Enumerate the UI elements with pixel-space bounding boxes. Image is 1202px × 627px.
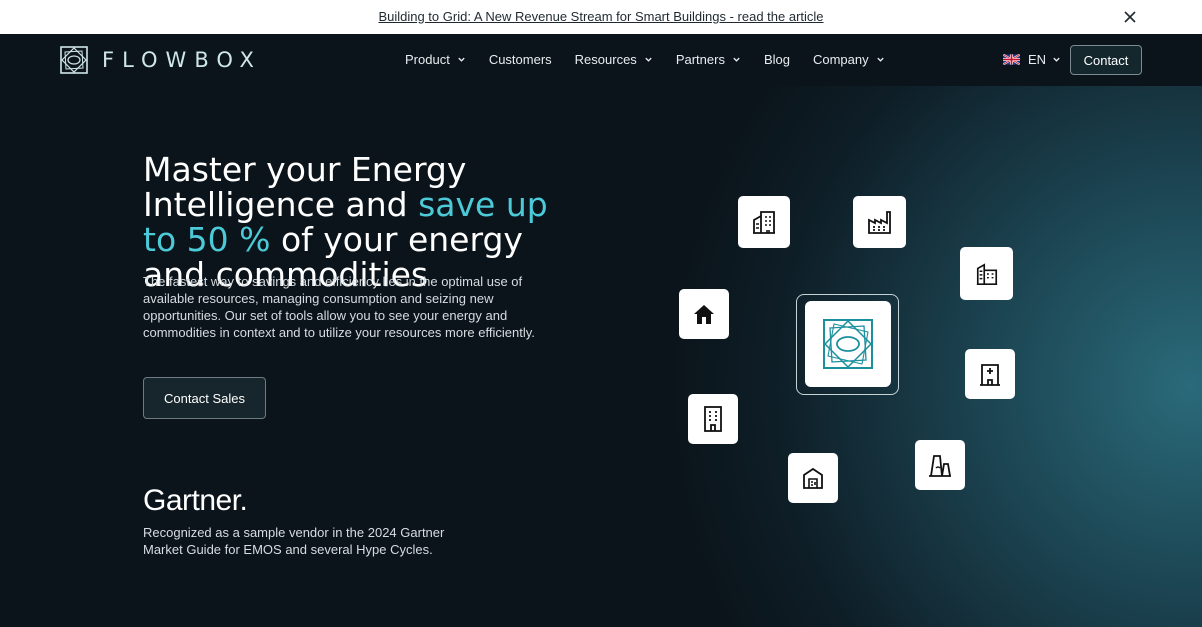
power-plant-tile [915,440,965,490]
nav-item-label: Customers [488,52,552,67]
chevron-down-icon [876,57,884,62]
apartment-building-tile [960,247,1013,300]
flowbox-logo-icon [60,46,88,74]
language-selector[interactable]: EN [1003,52,1061,67]
factory-tile [853,196,906,248]
office-building-tile [738,196,790,248]
chevron-down-icon [458,57,465,62]
nav-item-product[interactable]: Product [405,52,466,67]
home-tile [679,289,729,339]
nav-item-label: Partners [675,52,725,67]
hospital-tile [965,349,1015,399]
logo-wordmark: FLOWBOX [102,48,262,72]
nav-item-resources[interactable]: Resources [575,52,653,67]
language-label: EN [1028,52,1047,67]
apartment-building-icon [976,262,997,285]
nav-item-company[interactable]: Company [813,52,885,67]
chevron-down-icon [733,57,740,62]
nav-menu: Product Customers Resources Partners Blo… [405,52,908,67]
office-building-icon [753,211,775,234]
main-nav: FLOWBOX Product Customers Resources Part… [0,34,1202,86]
warehouse-icon [803,467,823,489]
power-plant-icon [929,455,951,477]
nav-item-label: Resources [574,52,637,67]
hero-section: Master your Energy Intelligence and save… [0,86,1202,627]
nav-item-customers[interactable]: Customers [489,52,552,67]
chevron-down-icon [645,57,652,62]
announcement-link[interactable]: Building to Grid: A New Revenue Stream f… [0,9,1202,24]
chevron-down-icon [1053,57,1060,62]
flowbox-logo-icon [823,319,873,369]
contact-button[interactable]: Contact [1070,45,1142,75]
contact-sales-button[interactable]: Contact Sales [143,377,266,419]
hero-headline: Master your Energy Intelligence and save… [143,152,583,292]
tower-block-icon [704,406,722,432]
announcement-bar: Building to Grid: A New Revenue Stream f… [0,0,1202,34]
gartner-recognition-text: Recognized as a sample vendor in the 202… [143,525,445,557]
close-icon[interactable] [1122,9,1138,25]
nav-item-label: Company [812,52,869,67]
warehouse-tile [788,453,838,503]
tower-block-tile [688,394,738,444]
nav-item-blog[interactable]: Blog [764,52,790,67]
gartner-logo: Gartner. [143,484,248,517]
nav-item-partners[interactable]: Partners [676,52,741,67]
home-icon [694,305,714,324]
uk-flag-icon [1003,54,1020,65]
hospital-icon [980,364,1000,386]
flowbox-logo[interactable]: FLOWBOX [60,46,262,74]
hero-lead-text: The fastest way to savings and efficienc… [143,274,535,340]
factory-icon [867,211,891,234]
nav-item-label: Blog [763,52,790,67]
nav-item-label: Product [405,52,450,67]
center-logo-tile [805,301,891,387]
